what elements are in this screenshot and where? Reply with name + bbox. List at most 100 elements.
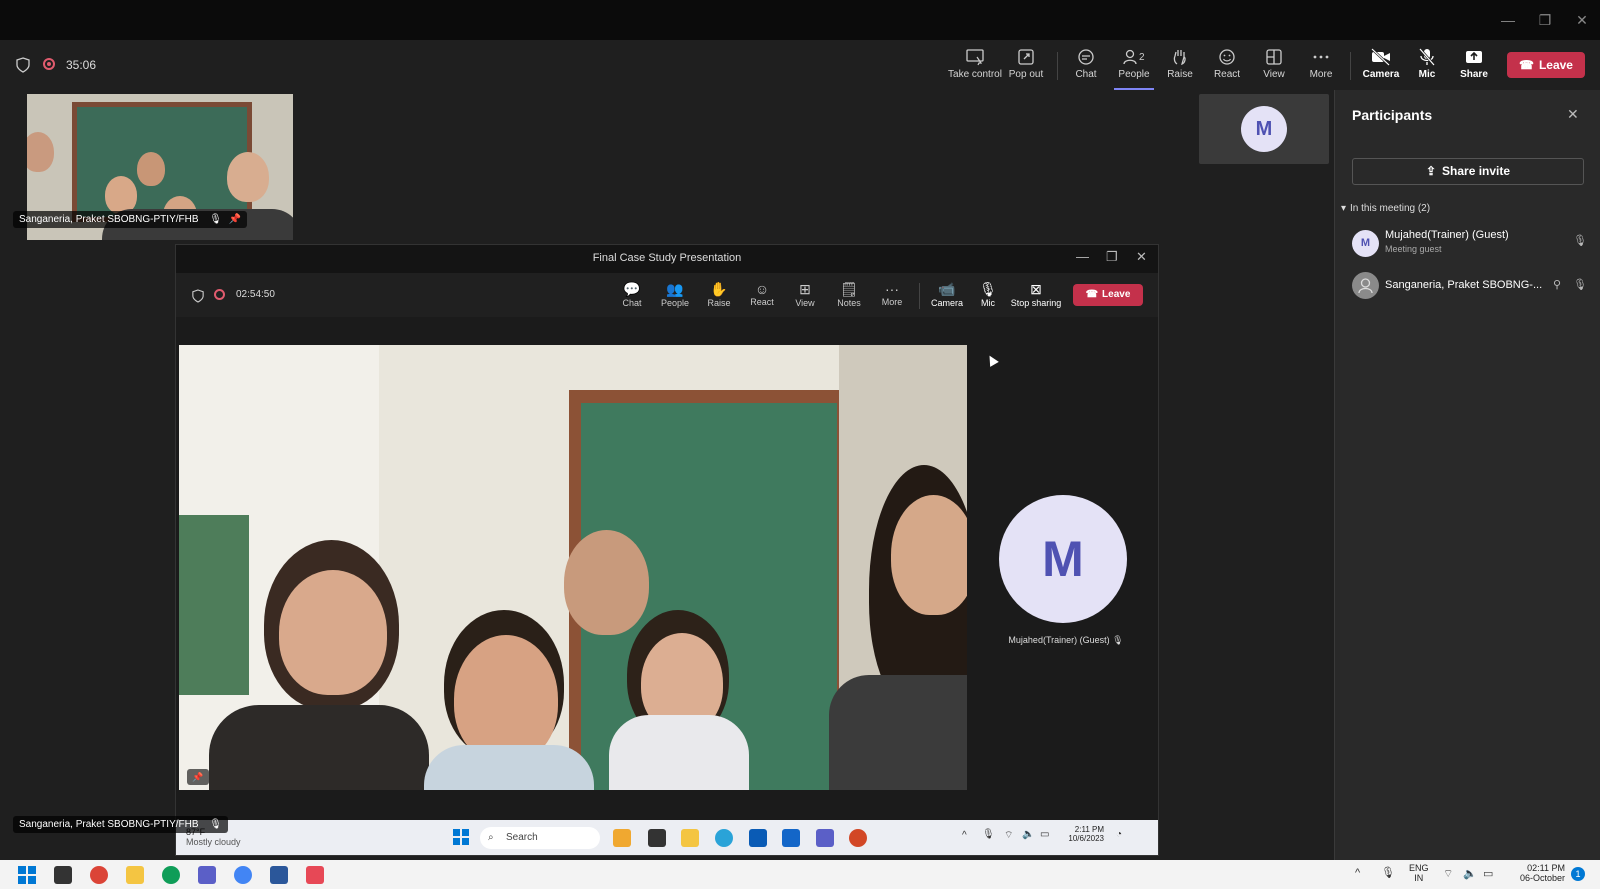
take-control-button[interactable]: Take control [947,46,1003,90]
teams-icon[interactable] [198,866,216,884]
mic-label: Mic [1418,69,1436,80]
remote-avatar: M [1241,106,1287,152]
powerpoint-icon[interactable] [849,829,867,847]
inner-more-label: More [881,297,903,307]
mic-off-icon: 🎙 [1573,279,1587,291]
mic-tray-icon[interactable]: 🎙 [1381,866,1395,879]
inner-minimize-icon[interactable]: — [1076,249,1089,264]
tray-chevron-icon[interactable]: ^ [1355,867,1360,879]
inner-clock[interactable]: 2:11 PM 10/6/2023 [1064,825,1104,843]
participants-panel: Participants ✕ ⇪ Share invite ▾ In this me… [1334,90,1600,860]
phone-hangup-icon: ☎ [1519,58,1534,72]
teams-icon[interactable] [816,829,834,847]
video-face [227,152,269,202]
inner-react-button[interactable]: ☺ React [743,281,781,307]
participant-row[interactable]: Sanganeria, Praket SBOBNG-... ⚲ 🎙 [1335,266,1600,306]
pop-out-icon [1018,49,1034,65]
pin-icon[interactable]: ⚲ [1553,278,1561,291]
pop-out-button[interactable]: Pop out [998,46,1054,90]
chrome-icon[interactable] [234,866,252,884]
inner-camera-button[interactable]: 📹 Camera [927,281,967,308]
video-body [424,745,594,790]
inner-search-box[interactable]: ⌕ Search [480,827,600,849]
file-explorer-icon[interactable] [126,866,144,884]
chrome-icon[interactable] [90,866,108,884]
participant-row[interactable]: M Mujahed(Trainer) (Guest) Meeting guest… [1335,224,1600,264]
tray-chevron-icon[interactable]: ^ [962,830,967,841]
inner-people-button[interactable]: 👥 People [656,281,694,308]
mic-off-small-icon: 🎙 [209,819,222,830]
inner-more-button[interactable]: ··· More [873,281,911,307]
inner-mic-button[interactable]: 🎙 Mic [969,281,1007,308]
video-body [829,675,967,790]
participant-name: Sanganeria, Praket SBOBNG-... [1385,279,1543,291]
wifi-icon[interactable]: ⌔ [1443,867,1453,881]
volume-icon[interactable]: 🔈 [1463,867,1477,880]
taskbar-app-icon[interactable] [613,829,631,847]
language-indicator[interactable]: ENG IN [1409,863,1429,883]
toolbar-divider [1350,52,1351,80]
section-label: In this meeting (2) [1350,203,1431,214]
os-clock[interactable]: 02:11 PM 06-October [1505,863,1565,883]
inner-close-icon[interactable]: ✕ [1136,249,1147,265]
close-icon[interactable]: ✕ [1572,10,1592,30]
store-icon[interactable] [749,829,767,847]
chrome-icon[interactable] [162,866,180,884]
chat-icon [1078,49,1094,65]
wifi-icon[interactable]: ⌔ [1004,829,1013,842]
inner-stop-sharing-label: Stop sharing [1010,298,1062,308]
task-view-icon[interactable] [54,866,72,884]
main-video-tile[interactable]: 📌 [179,345,967,790]
leave-button[interactable]: ☎ Leave [1507,52,1585,78]
os-date: 06-October [1519,873,1565,883]
share-invite-button[interactable]: ⇪ Share invite [1352,158,1584,185]
more-button[interactable]: More [1293,46,1349,90]
mic-muted-tray-icon[interactable]: 🎙 [982,829,995,840]
snipping-tool-icon[interactable] [306,866,324,884]
pin-icon[interactable]: 📌 [187,769,209,785]
inner-leave-label: Leave [1102,289,1131,300]
inner-raise-button[interactable]: ✋ Raise [700,281,738,308]
inner-stop-sharing-button[interactable]: ⊠ Stop sharing [1010,281,1062,308]
share-label: Share [1460,69,1488,80]
share-button[interactable]: Share [1446,46,1502,90]
leave-label: Leave [1538,58,1573,72]
lang-secondary: IN [1414,873,1424,883]
inner-chat-button[interactable]: 💬 Chat [613,281,651,308]
inner-shield-icon [192,289,204,303]
minimize-icon[interactable]: — [1498,10,1518,30]
notification-badge[interactable]: 1 [1571,867,1585,881]
remote-avatar-tile[interactable]: M [1199,94,1329,164]
outlook-icon[interactable] [782,829,800,847]
maximize-icon[interactable]: ❐ [1535,10,1555,30]
inner-people-label: People [660,298,690,308]
start-icon[interactable] [18,866,36,884]
people-count: 2 [1139,52,1145,63]
camera-label: Camera [1362,69,1400,80]
taskbar-app-icon[interactable] [648,829,666,847]
inner-leave-button[interactable]: ☎ Leave [1073,284,1143,306]
battery-icon[interactable]: ▭ [1483,867,1493,880]
notification-icon[interactable]: ◔ [1116,829,1122,840]
mic-off-icon: 🎙 [979,281,997,297]
inner-divider [919,283,920,309]
word-icon[interactable] [270,866,288,884]
pin-icon[interactable]: 📌 [229,214,241,225]
meeting-section-header[interactable]: ▾ In this meeting (2) [1341,203,1430,214]
file-explorer-icon[interactable] [681,829,699,847]
inner-maximize-icon[interactable]: ❐ [1106,249,1118,265]
inner-view-button[interactable]: ⊞ View [786,281,824,308]
shared-screen-window: Final Case Study Presentation — ❐ ✕ 02:5… [175,244,1159,856]
share-invite-label: Share invite [1442,164,1511,178]
start-icon[interactable] [453,829,469,845]
inner-notes-button[interactable]: 🗒 Notes [830,281,868,308]
bottom-name-chip: Sanganeria, Praket SBOBNG-PTIY/FHB 🎙 [13,816,228,833]
raise-label: Raise [1167,69,1193,80]
view-label: View [1263,69,1285,80]
battery-icon[interactable]: ▭ [1040,829,1049,840]
edge-icon[interactable] [715,829,733,847]
inner-recording-icon [214,289,225,300]
volume-icon[interactable]: 🔈 [1022,829,1034,840]
close-icon[interactable]: ✕ [1567,106,1579,123]
react-icon: ☺ [754,281,770,297]
